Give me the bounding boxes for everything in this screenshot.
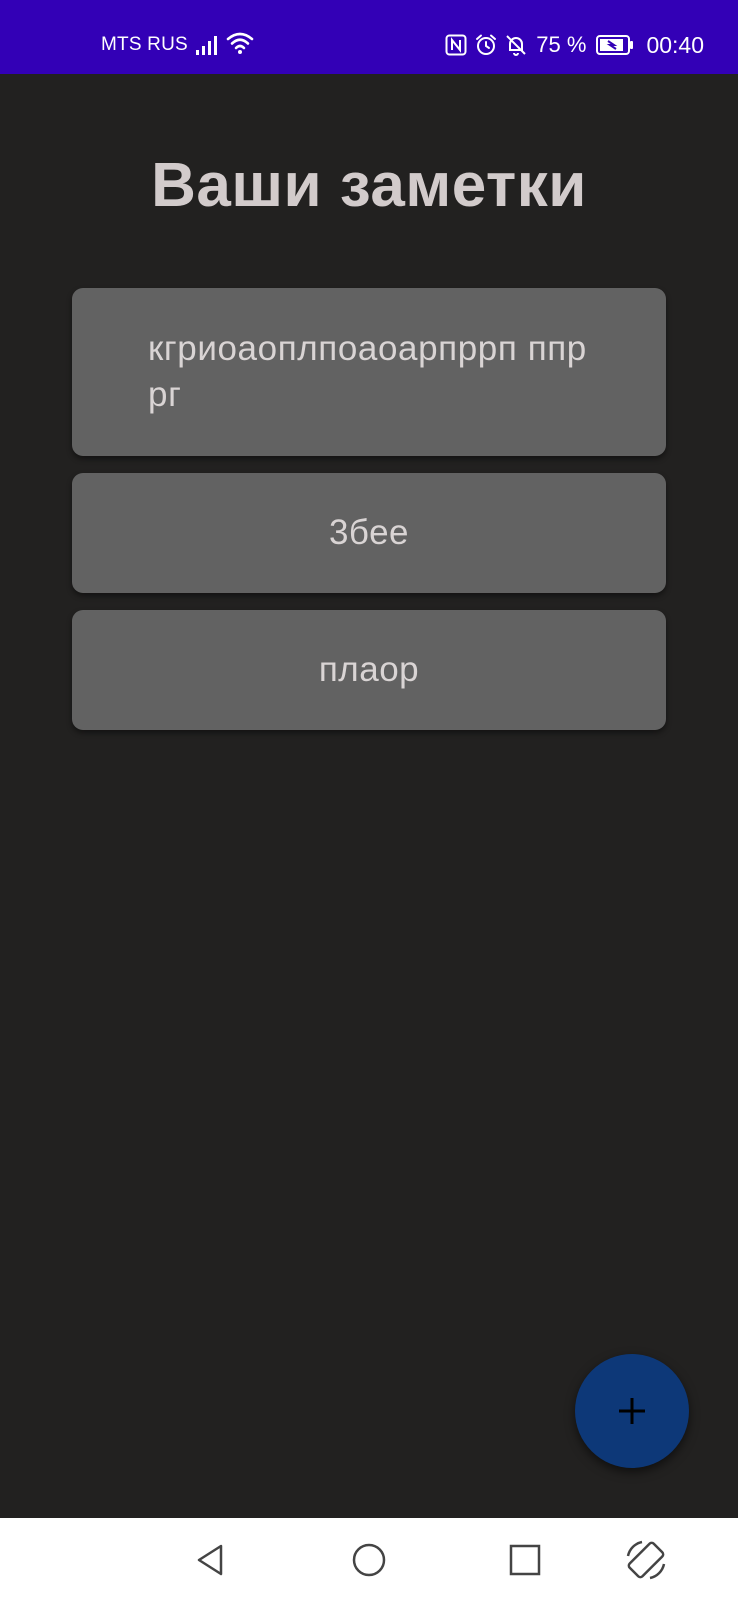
recent-apps-button[interactable]: [503, 1538, 547, 1582]
note-text: кгриоаоплпоаоарпррп ппррг: [148, 329, 587, 414]
bell-off-icon: [506, 35, 526, 56]
recent-apps-icon: [509, 1544, 541, 1576]
notes-list: кгриоаоплпоаоарпррп ппррг 3бее плаор: [72, 288, 666, 747]
status-icons-right: 75 % 00:40: [444, 31, 704, 59]
wifi-icon: [226, 32, 254, 54]
clock: 00:40: [646, 31, 704, 58]
note-card[interactable]: 3бее: [72, 473, 666, 593]
note-card[interactable]: кгриоаоплпоаоарпррп ппррг: [72, 288, 666, 456]
plus-icon: [619, 1398, 645, 1424]
nfc-icon: [445, 34, 467, 56]
status-bar: MTS RUS 75 % 00:40: [0, 0, 738, 74]
back-icon: [197, 1544, 223, 1576]
home-button[interactable]: [347, 1538, 391, 1582]
page-title: Ваши заметки: [151, 151, 587, 220]
add-note-button[interactable]: [575, 1354, 689, 1468]
navigation-bar: [0, 1518, 738, 1600]
back-button[interactable]: [189, 1538, 233, 1582]
home-icon: [352, 1543, 386, 1577]
battery-charging-icon: [596, 35, 634, 55]
note-text: 3бее: [328, 513, 410, 552]
rotate-screen-icon: [626, 1540, 666, 1580]
carrier-name: MTS RUS: [101, 34, 188, 55]
note-text: плаор: [318, 650, 420, 689]
alarm-icon: [476, 34, 497, 55]
rotate-screen-button[interactable]: [624, 1538, 668, 1582]
note-card[interactable]: плаор: [72, 610, 666, 730]
signal-icon: [196, 36, 217, 55]
battery-percent: 75 %: [536, 32, 587, 57]
